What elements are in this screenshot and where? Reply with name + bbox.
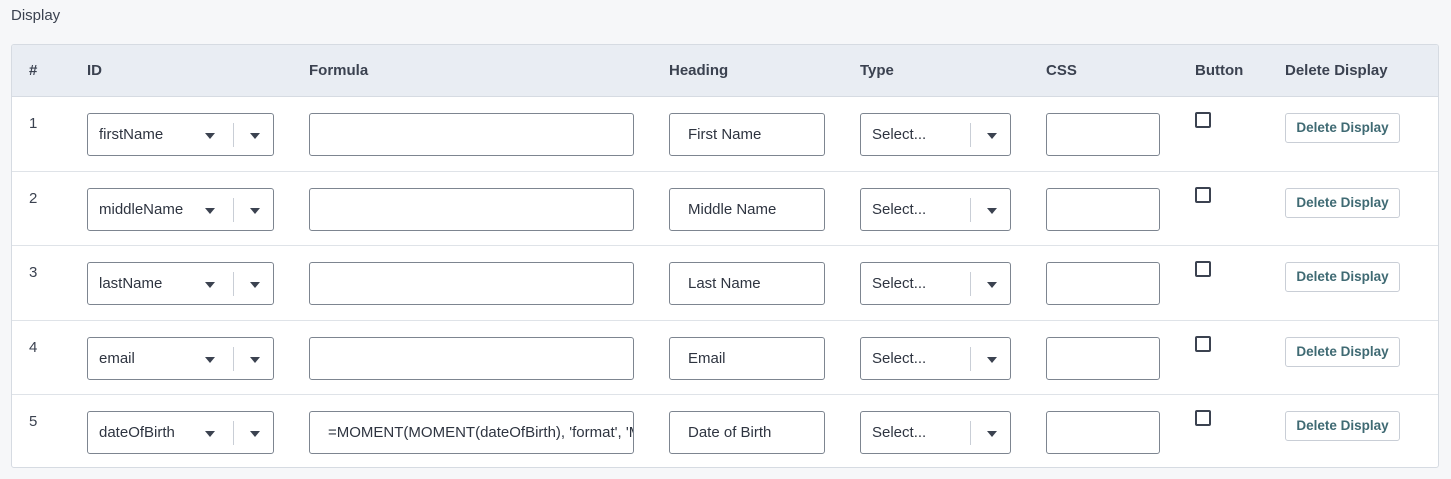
select-divider <box>233 346 234 371</box>
heading-value: Date of Birth <box>688 424 772 441</box>
type-select[interactable]: Select... <box>860 411 1011 454</box>
type-select[interactable]: Select... <box>860 262 1011 305</box>
type-select[interactable]: Select... <box>860 336 1011 380</box>
caret-down-icon[interactable] <box>987 133 997 139</box>
row-number: 2 <box>29 189 38 207</box>
caret-down-icon[interactable] <box>250 282 260 288</box>
heading-value: Email <box>688 349 726 367</box>
heading-input[interactable]: First Name <box>669 113 825 156</box>
type-select-value: Select... <box>872 349 927 367</box>
delete-display-button[interactable]: Delete Display <box>1285 262 1400 292</box>
delete-display-button[interactable]: Delete Display <box>1285 187 1400 218</box>
id-select-value: firstName <box>99 126 164 143</box>
id-select[interactable]: email <box>87 336 274 380</box>
display-table: # ID Formula Heading Type CSS Button Del… <box>11 44 1439 468</box>
formula-input[interactable] <box>309 187 634 231</box>
id-select[interactable]: dateOfBirth <box>87 411 274 454</box>
caret-down-icon[interactable] <box>250 356 260 363</box>
type-select-value: Select... <box>872 126 927 143</box>
table-row: 3 lastName Last Name Select... Delete Di… <box>12 246 1438 321</box>
caret-down-icon[interactable] <box>987 356 997 363</box>
button-checkbox[interactable] <box>1195 335 1211 352</box>
id-select-value: dateOfBirth <box>99 424 175 441</box>
header-id: ID <box>87 62 102 79</box>
select-divider <box>970 421 971 445</box>
select-divider <box>970 197 971 222</box>
section-title: Display <box>11 7 61 24</box>
heading-input[interactable]: Middle Name <box>669 187 825 231</box>
caret-down-icon[interactable] <box>250 133 260 139</box>
select-divider <box>970 346 971 371</box>
heading-value: First Name <box>688 126 762 143</box>
heading-input[interactable]: Date of Birth <box>669 411 825 454</box>
heading-value: Middle Name <box>688 200 777 218</box>
table-header: # ID Formula Heading Type CSS Button Del… <box>12 45 1438 97</box>
formula-input[interactable] <box>309 113 634 156</box>
row-number: 1 <box>29 115 38 132</box>
delete-display-button[interactable]: Delete Display <box>1285 336 1400 367</box>
type-select-value: Select... <box>872 200 927 218</box>
button-checkbox[interactable] <box>1195 410 1211 426</box>
table-row: 4 email Email Select... Delete Display <box>12 321 1438 395</box>
id-select-value: email <box>99 349 135 367</box>
clear-caret-icon[interactable] <box>205 282 215 288</box>
css-input[interactable] <box>1046 187 1160 231</box>
select-divider <box>233 272 234 296</box>
delete-display-button[interactable]: Delete Display <box>1285 113 1400 143</box>
caret-down-icon[interactable] <box>250 207 260 214</box>
clear-caret-icon[interactable] <box>205 431 215 437</box>
row-number: 3 <box>29 264 38 281</box>
select-divider <box>233 197 234 222</box>
heading-input[interactable]: Email <box>669 336 825 380</box>
caret-down-icon[interactable] <box>250 431 260 437</box>
caret-down-icon[interactable] <box>987 431 997 437</box>
header-delete: Delete Display <box>1285 62 1388 79</box>
table-row: 5 dateOfBirth =MOMENT(MOMENT(dateOfBirth… <box>12 395 1438 467</box>
select-divider <box>970 272 971 296</box>
css-input[interactable] <box>1046 113 1160 156</box>
type-select-value: Select... <box>872 275 927 292</box>
id-select[interactable]: lastName <box>87 262 274 305</box>
formula-input[interactable]: =MOMENT(MOMENT(dateOfBirth), 'format', '… <box>309 411 634 454</box>
table-row: 1 firstName First Name Select... Delete … <box>12 97 1438 172</box>
header-heading: Heading <box>669 62 729 79</box>
css-input[interactable] <box>1046 411 1160 454</box>
row-number: 5 <box>29 413 38 430</box>
id-select-value: middleName <box>99 200 184 218</box>
button-checkbox[interactable] <box>1195 186 1211 203</box>
header-css: CSS <box>1046 62 1077 79</box>
delete-display-button[interactable]: Delete Display <box>1285 411 1400 441</box>
clear-caret-icon[interactable] <box>205 356 215 363</box>
button-checkbox[interactable] <box>1195 112 1211 128</box>
formula-value: =MOMENT(MOMENT(dateOfBirth), 'format', '… <box>328 424 633 441</box>
css-input[interactable] <box>1046 336 1160 380</box>
header-type: Type <box>860 62 894 79</box>
type-select[interactable]: Select... <box>860 187 1011 231</box>
formula-input[interactable] <box>309 262 634 305</box>
button-checkbox[interactable] <box>1195 261 1211 277</box>
id-select[interactable]: middleName <box>87 187 274 231</box>
heading-value: Last Name <box>688 275 761 292</box>
id-select[interactable]: firstName <box>87 113 274 156</box>
header-num: # <box>29 62 38 79</box>
header-button: Button <box>1195 62 1244 79</box>
caret-down-icon[interactable] <box>987 282 997 288</box>
clear-caret-icon[interactable] <box>205 207 215 214</box>
heading-input[interactable]: Last Name <box>669 262 825 305</box>
formula-input[interactable] <box>309 336 634 380</box>
select-divider <box>233 421 234 445</box>
select-divider <box>233 123 234 147</box>
caret-down-icon[interactable] <box>987 207 997 214</box>
clear-caret-icon[interactable] <box>205 133 215 139</box>
row-number: 4 <box>29 338 38 356</box>
header-formula: Formula <box>309 62 369 79</box>
type-select-value: Select... <box>872 424 927 441</box>
select-divider <box>970 123 971 147</box>
id-select-value: lastName <box>99 275 163 292</box>
type-select[interactable]: Select... <box>860 113 1011 156</box>
css-input[interactable] <box>1046 262 1160 305</box>
table-row: 2 middleName Middle Name Select... Delet… <box>12 172 1438 246</box>
